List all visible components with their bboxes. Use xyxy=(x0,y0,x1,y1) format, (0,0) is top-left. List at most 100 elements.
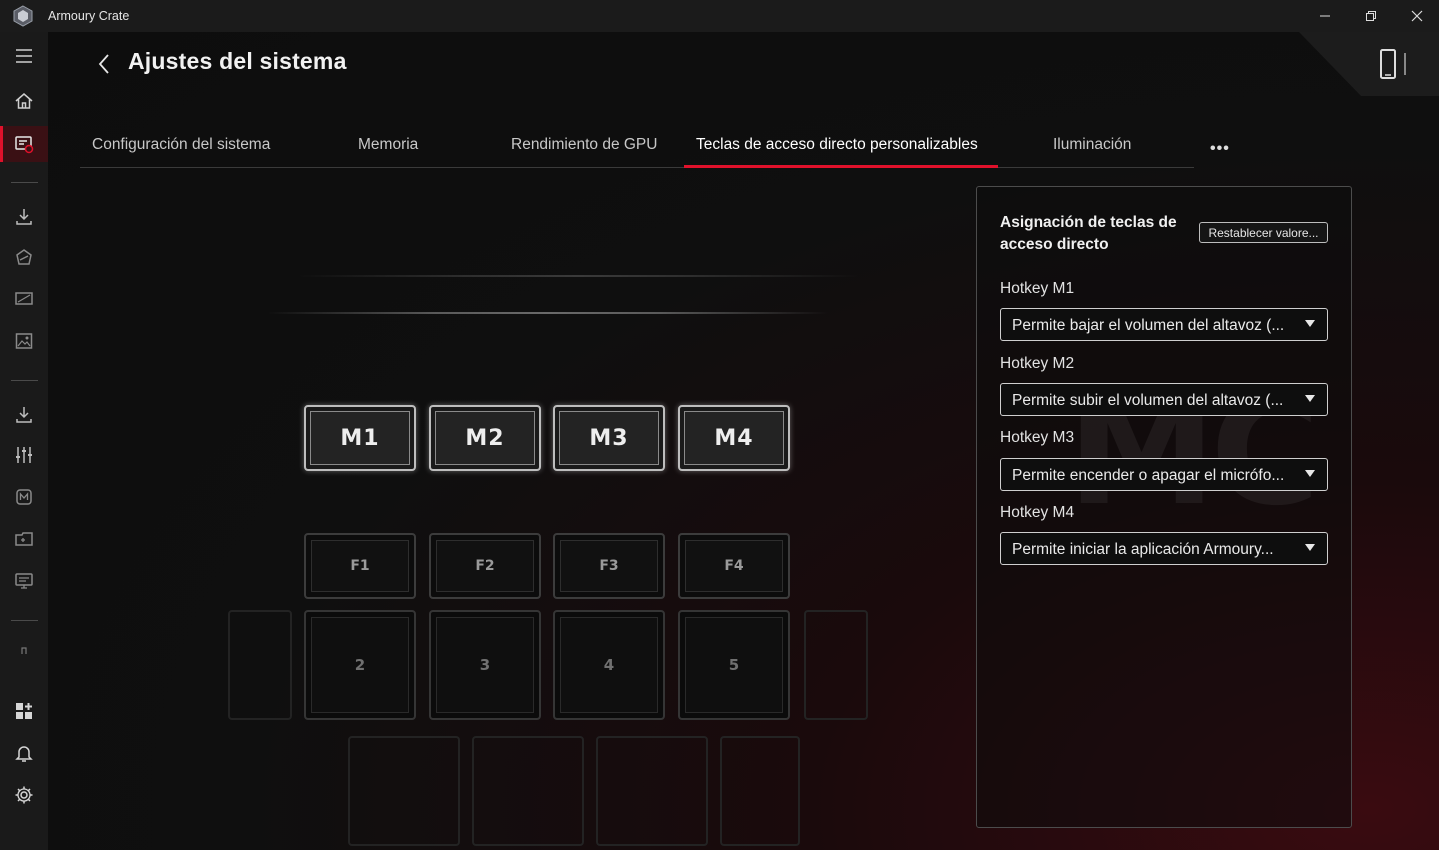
gallery-icon xyxy=(15,333,33,349)
notifications-icon xyxy=(15,746,33,762)
more-tabs-button[interactable]: ••• xyxy=(1210,140,1230,158)
keyboard-key-partial xyxy=(804,610,868,720)
keyboard-key-partial xyxy=(228,610,292,720)
hotkey-m4-value: Permite iniciar la aplicación Armoury... xyxy=(1012,541,1274,558)
tab-memory[interactable]: Memoria xyxy=(358,136,418,168)
device-switch-button[interactable] xyxy=(1377,46,1411,82)
download-icon xyxy=(16,209,32,225)
hotkey-m4-label: Hotkey M4 xyxy=(1000,504,1075,521)
sidebar-item-monitor[interactable] xyxy=(0,563,48,599)
hotkey-m1-dropdown[interactable]: Permite bajar el volumen del altavoz (..… xyxy=(1000,308,1328,341)
equalizer-icon xyxy=(16,447,32,463)
sidebar-item-device[interactable] xyxy=(0,126,48,162)
sidebar-item-home[interactable] xyxy=(0,83,48,119)
sidebar-item-settings[interactable] xyxy=(0,777,48,813)
hotkey-m3-label: Hotkey M3 xyxy=(1000,429,1075,446)
macro-icon xyxy=(16,489,32,505)
function-key: F2 xyxy=(429,533,541,599)
macro-key-m3[interactable]: M3 xyxy=(553,405,665,471)
hotkey-m4-dropdown[interactable]: Permite iniciar la aplicación Armoury... xyxy=(1000,532,1328,565)
app-title: Armoury Crate xyxy=(48,9,130,23)
settings-gear-icon xyxy=(15,786,33,804)
game-library-icon xyxy=(15,532,33,546)
sidebar-item-audio[interactable] xyxy=(0,437,48,473)
sidebar-divider xyxy=(11,380,38,381)
number-key: 2 xyxy=(304,610,416,720)
main-content: Ajustes del sistema Configuración del si… xyxy=(48,32,1439,850)
sidebar-item-updates[interactable] xyxy=(0,199,48,235)
sidebar-menu-toggle[interactable] xyxy=(0,38,48,74)
minimize-button[interactable] xyxy=(1302,0,1348,32)
hotkey-m2-dropdown[interactable]: Permite subir el volumen del altavoz (..… xyxy=(1000,383,1328,416)
sidebar-item-gallery[interactable] xyxy=(0,323,48,359)
title-bar: Armoury Crate xyxy=(0,0,1439,32)
number-key: 5 xyxy=(678,610,790,720)
dropdown-arrow-icon xyxy=(1305,320,1315,327)
keyboard-edge-line xyxy=(268,312,828,314)
device-phone-icon xyxy=(1380,49,1406,79)
keyboard-key-partial xyxy=(596,736,708,846)
chevron-left-icon xyxy=(98,54,109,74)
tab-gpu-performance[interactable]: Rendimiento de GPU xyxy=(511,136,657,168)
monitor-icon xyxy=(15,573,33,589)
minimize-icon xyxy=(1320,15,1330,17)
function-key: F3 xyxy=(553,533,665,599)
sidebar-item-notifications[interactable] xyxy=(0,735,48,771)
keyboard-key-partial xyxy=(472,736,584,846)
hotkey-m2-label: Hotkey M2 xyxy=(1000,355,1075,372)
close-icon xyxy=(1411,10,1423,22)
active-tab-indicator xyxy=(684,165,998,168)
restore-icon xyxy=(1366,11,1376,21)
macro-key-m2[interactable]: M2 xyxy=(429,405,541,471)
reset-defaults-button[interactable]: Restablecer valore... xyxy=(1199,222,1328,243)
panel-title: Asignación de teclas de acceso directo xyxy=(1000,214,1177,253)
sidebar xyxy=(0,32,48,850)
keyboard-key-partial xyxy=(348,736,460,846)
dropdown-arrow-icon xyxy=(1305,544,1315,551)
function-key: F1 xyxy=(304,533,416,599)
download-center-icon xyxy=(16,407,32,423)
sidebar-divider xyxy=(11,182,38,183)
close-button[interactable] xyxy=(1394,0,1439,32)
dropdown-arrow-icon xyxy=(1305,395,1315,402)
hotkey-m3-value: Permite encender o apagar el micrófo... xyxy=(1012,467,1285,484)
page-title: Ajustes del sistema xyxy=(128,48,347,74)
sidebar-item-macro[interactable] xyxy=(0,479,48,515)
small-item-icon xyxy=(21,647,27,654)
hamburger-menu-icon xyxy=(16,49,32,63)
sidebar-divider xyxy=(11,620,38,621)
tab-system-configuration[interactable]: Configuración del sistema xyxy=(92,136,270,168)
keyboard-key-partial xyxy=(720,736,800,846)
back-button[interactable] xyxy=(92,52,116,76)
sidebar-item-game-library[interactable] xyxy=(0,521,48,557)
device-settings-icon xyxy=(15,136,34,154)
corner-decoration xyxy=(1299,32,1439,96)
aura-icon xyxy=(16,249,32,265)
macro-key-m1[interactable]: M1 xyxy=(304,405,416,471)
restore-button[interactable] xyxy=(1348,0,1394,32)
macro-key-m4[interactable]: M4 xyxy=(678,405,790,471)
sidebar-item-display[interactable] xyxy=(0,281,48,317)
home-icon xyxy=(15,93,33,109)
function-key: F4 xyxy=(678,533,790,599)
hotkey-m1-label: Hotkey M1 xyxy=(1000,280,1075,297)
rog-logo-icon xyxy=(13,5,33,27)
tab-bar: Configuración del sistema Memoria Rendim… xyxy=(80,128,1229,168)
sidebar-item-download-center[interactable] xyxy=(0,397,48,433)
dropdown-arrow-icon xyxy=(1305,470,1315,477)
display-icon xyxy=(15,292,33,305)
keyboard-edge-line xyxy=(298,275,858,277)
sidebar-item-aura[interactable] xyxy=(0,240,48,276)
keyboard-illustration: M1 M2 M3 M4 F1 F2 F3 F4 2 3 4 5 xyxy=(228,252,898,850)
number-key: 4 xyxy=(553,610,665,720)
hotkey-m1-value: Permite bajar el volumen del altavoz (..… xyxy=(1012,317,1285,334)
sidebar-item-featured[interactable] xyxy=(0,693,48,729)
sidebar-item-small[interactable] xyxy=(0,633,48,669)
tab-lighting[interactable]: Iluminación xyxy=(1053,136,1131,168)
hotkey-m2-value: Permite subir el volumen del altavoz (..… xyxy=(1012,392,1284,409)
hotkey-assignment-panel: MC Asignación de teclas de acceso direct… xyxy=(976,186,1352,828)
featured-apps-icon xyxy=(16,703,32,719)
number-key: 3 xyxy=(429,610,541,720)
hotkey-m3-dropdown[interactable]: Permite encender o apagar el micrófo... xyxy=(1000,458,1328,491)
tab-custom-hotkeys[interactable]: Teclas de acceso directo personalizables xyxy=(696,136,978,168)
